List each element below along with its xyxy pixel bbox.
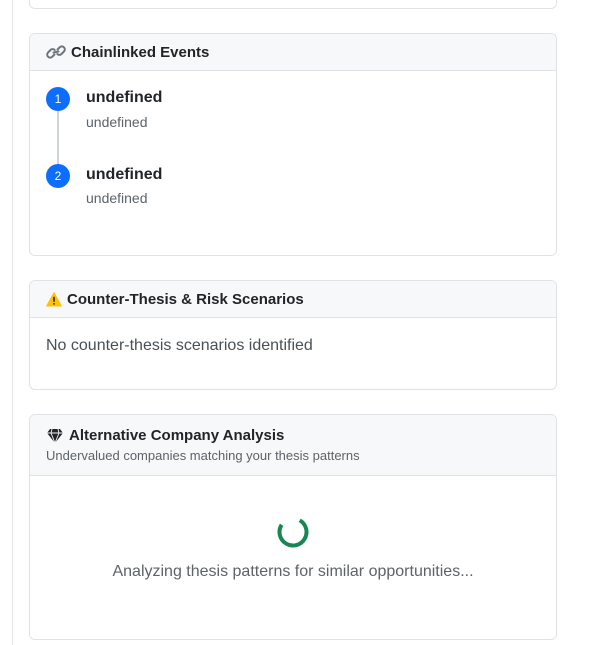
left-divider [12, 0, 13, 645]
loading-message: Analyzing thesis patterns for similar op… [112, 563, 474, 580]
counter-thesis-header: Counter-Thesis & Risk Scenarios [30, 281, 556, 318]
gem-icon [46, 428, 64, 444]
event-number-badge: 2 [46, 164, 70, 188]
event-description: undefined [86, 190, 148, 206]
previous-card [29, 0, 557, 9]
link-icon [46, 44, 66, 60]
spinner-icon [277, 516, 309, 553]
counter-thesis-card: Counter-Thesis & Risk Scenarios No count… [29, 280, 557, 390]
event-title: undefined [86, 166, 163, 183]
alternative-company-subtitle: Undervalued companies matching your thes… [46, 448, 360, 463]
alternative-company-card: Alternative Company Analysis Undervalued… [29, 414, 557, 640]
event-number-badge: 1 [46, 87, 70, 111]
event-description: undefined [86, 114, 148, 130]
chainlinked-events-header: Chainlinked Events [30, 34, 556, 71]
event-title: undefined [86, 89, 163, 106]
empty-state-message: No counter-thesis scenarios identified [46, 337, 313, 354]
counter-thesis-title: Counter-Thesis & Risk Scenarios [67, 290, 304, 308]
timeline-connector [57, 111, 59, 165]
alternative-company-header: Alternative Company Analysis Undervalued… [30, 415, 556, 476]
chainlinked-events-title: Chainlinked Events [71, 43, 210, 61]
chainlinked-events-card: Chainlinked Events 1 undefined undefined… [29, 33, 557, 256]
alternative-company-title: Alternative Company Analysis [69, 427, 285, 444]
warning-icon [46, 291, 62, 307]
